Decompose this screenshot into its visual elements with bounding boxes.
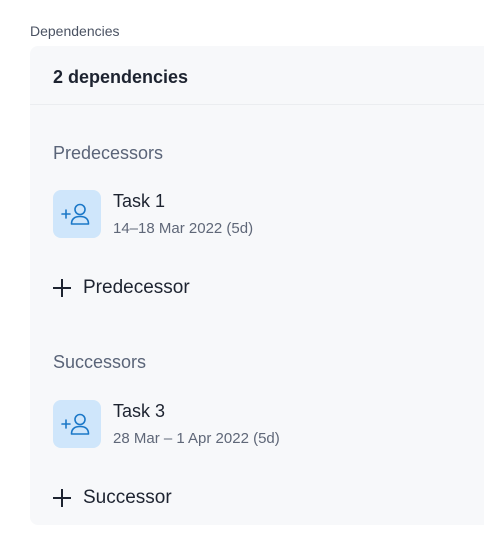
dependencies-panel: Dependencies 2 dependencies Predecessors…	[0, 0, 484, 533]
section-label: Dependencies	[30, 23, 120, 39]
add-user-icon-graphic	[61, 203, 90, 225]
dependencies-card: 2 dependencies Predecessors Task 1 14–18…	[30, 46, 484, 525]
add-successor-label: Successor	[83, 487, 172, 508]
add-predecessor-label: Predecessor	[83, 277, 190, 298]
dependency-name: Task 3	[113, 401, 166, 421]
plus-icon	[52, 278, 72, 298]
dependency-dates: 14–18 Mar 2022 (5d)	[113, 220, 254, 237]
predecessors-heading: Predecessors	[53, 143, 164, 163]
dependencies-count-title: 2 dependencies	[53, 67, 189, 87]
card-header: 2 dependencies	[30, 46, 484, 105]
successor-item-task-3[interactable]: Task 3 28 Mar – 1 Apr 2022 (5d)	[53, 400, 353, 450]
successors-heading: Successors	[53, 352, 147, 372]
dependency-dates: 28 Mar – 1 Apr 2022 (5d)	[113, 430, 280, 447]
add-user-icon	[53, 400, 101, 448]
add-user-icon	[53, 190, 101, 238]
plus-icon	[52, 488, 72, 508]
predecessor-item-task-1[interactable]: Task 1 14–18 Mar 2022 (5d)	[53, 190, 353, 240]
add-user-icon-graphic	[61, 413, 90, 435]
dependency-name: Task 1	[113, 191, 166, 211]
